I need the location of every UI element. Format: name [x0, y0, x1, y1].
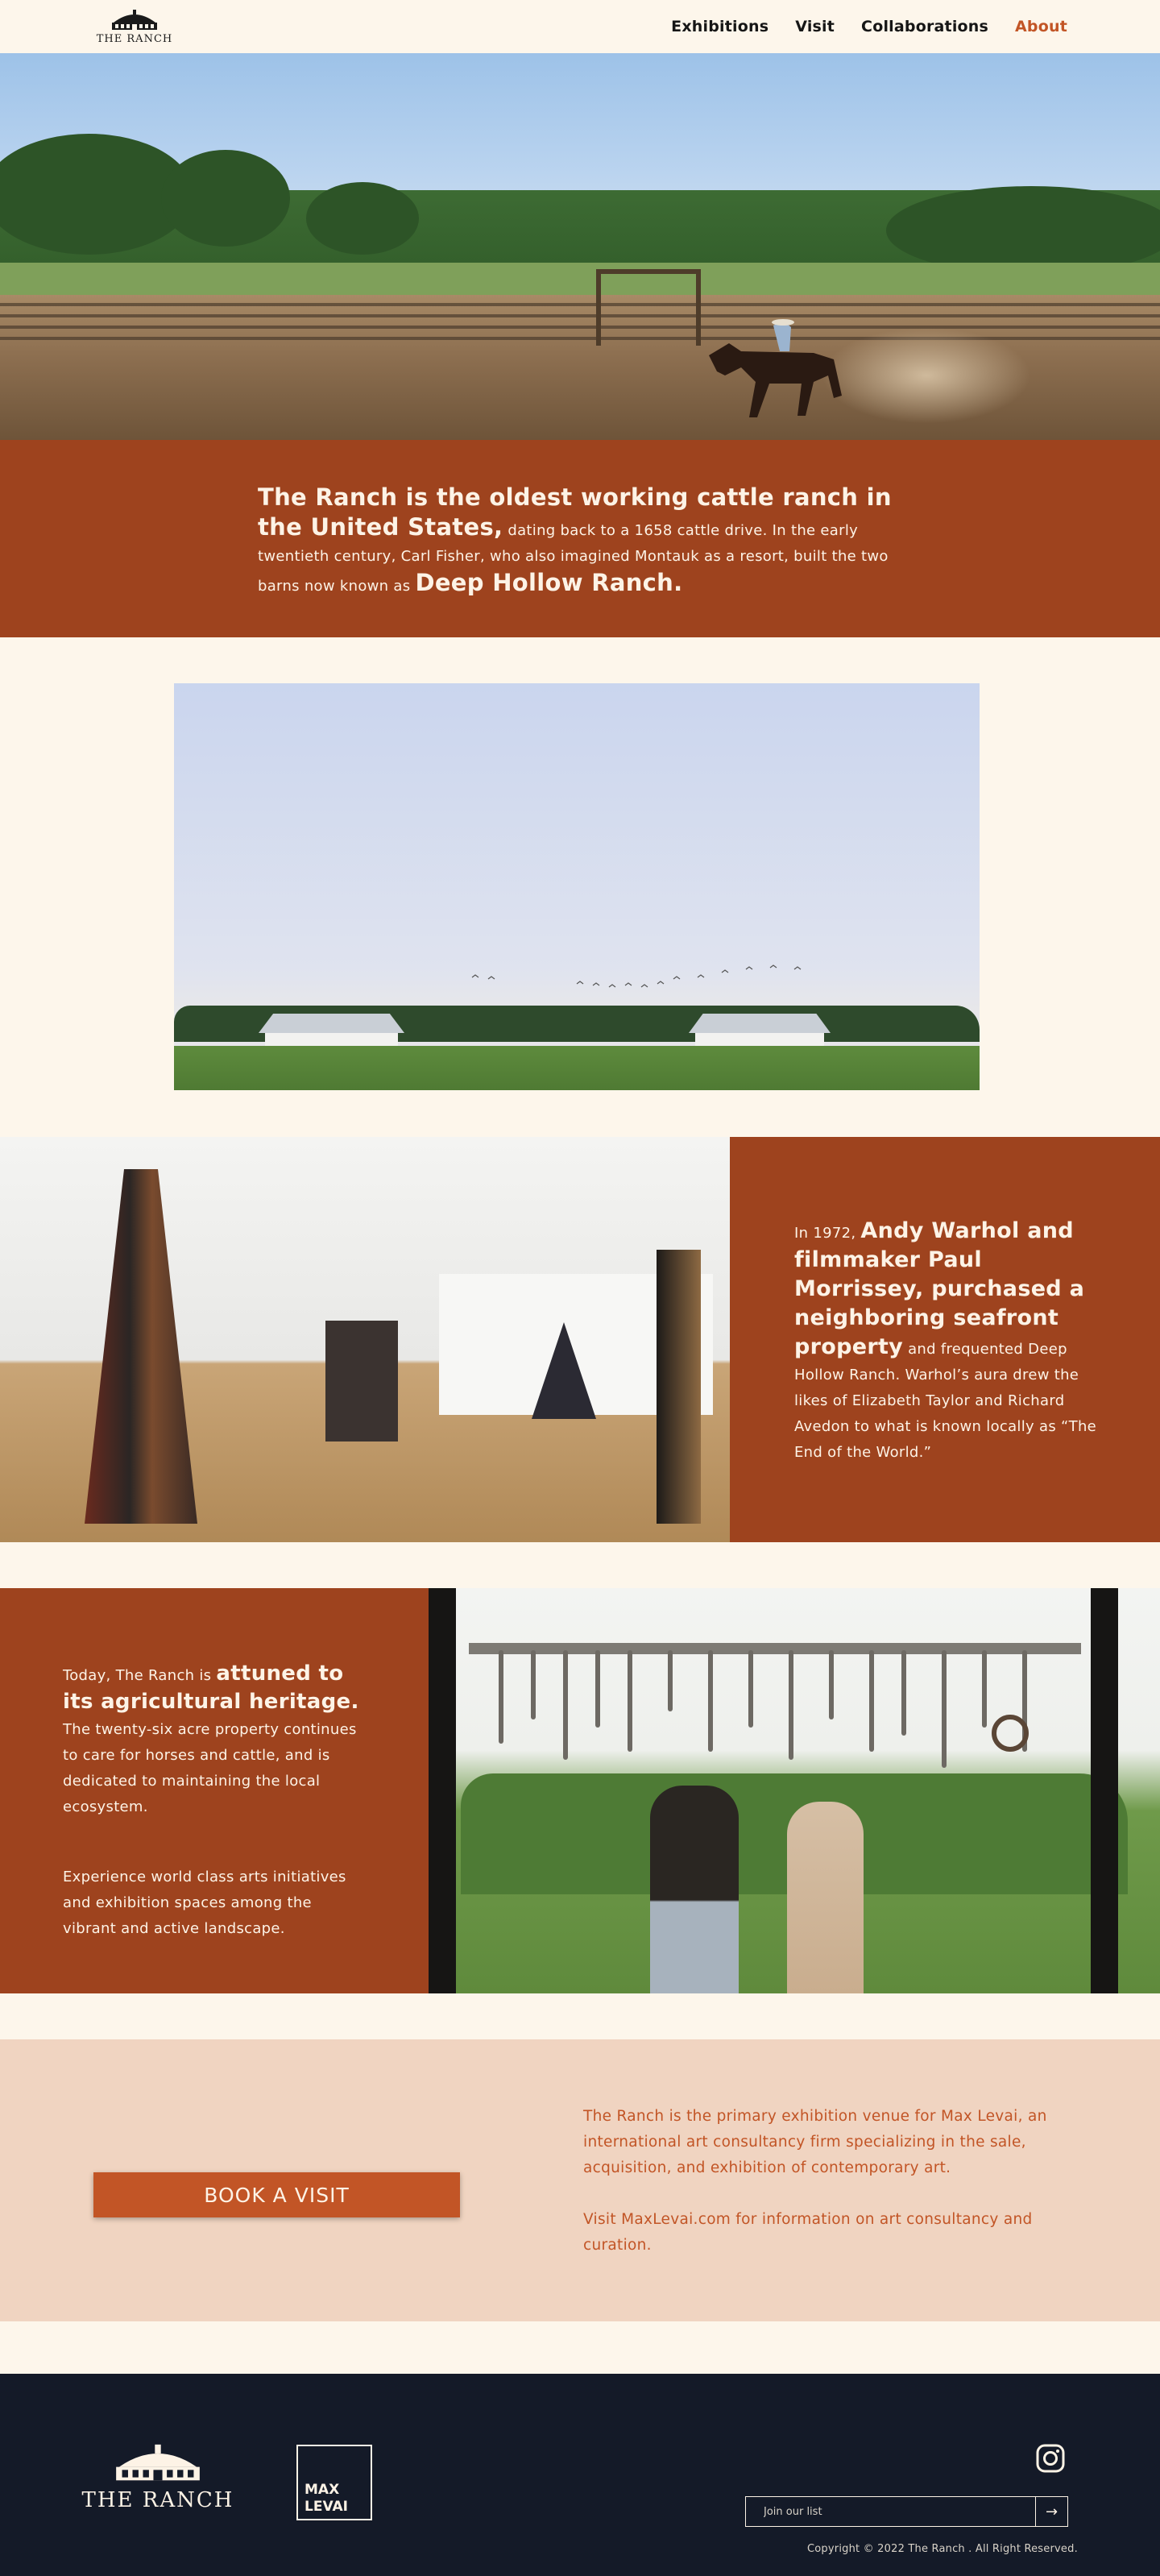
sculpture-large — [85, 1169, 197, 1524]
barns-grass — [174, 1046, 980, 1090]
today-text: Today, The Ranch is attuned to its agric… — [63, 1661, 369, 1820]
warhol-text: In 1972, Andy Warhol and filmmaker Paul … — [794, 1217, 1100, 1466]
newsletter-email-input[interactable] — [746, 2497, 1035, 2526]
intro-highlight: Deep Hollow Ranch. — [415, 569, 683, 596]
nav-exhibitions[interactable]: Exhibitions — [671, 18, 768, 35]
today-panel: Today, The Ranch is attuned to its agric… — [0, 1588, 429, 1993]
site-header: THE RANCH Exhibitions Visit Collaboratio… — [0, 0, 1160, 53]
frame-post-left — [429, 1588, 456, 1993]
copyright: Copyright © 2022 The Ranch . All Right R… — [807, 2543, 1078, 2555]
hero-cowboy-image — [0, 53, 1160, 440]
visit-band: BOOK A VISIT The Ranch is the primary ex… — [0, 2039, 1160, 2321]
nav-visit[interactable]: Visit — [795, 18, 835, 35]
gallery-interior-image — [0, 1137, 730, 1542]
footer-logo-wordmark: THE RANCH — [81, 2488, 234, 2512]
tools-sculpture-image — [429, 1588, 1160, 1993]
intro-text: The Ranch is the oldest working cattle r… — [258, 484, 902, 599]
intro-band: The Ranch is the oldest working cattle r… — [0, 440, 1160, 637]
person-woman — [787, 1802, 864, 1993]
today-para2: Experience world class arts initiatives … — [63, 1869, 346, 1937]
horse-rider-icon — [709, 319, 842, 417]
newsletter-form: → — [745, 2496, 1068, 2527]
hero-gate — [596, 269, 701, 346]
nav-about[interactable]: About — [1015, 18, 1067, 35]
warhol-panel: In 1972, Andy Warhol and filmmaker Paul … — [730, 1137, 1160, 1542]
main-nav: Exhibitions Visit Collaborations About — [671, 18, 1067, 35]
barns-section — [0, 637, 1160, 1137]
hero-tree — [886, 186, 1160, 275]
newsletter-submit-button[interactable]: → — [1035, 2497, 1067, 2526]
visit-info-2: Visit MaxLevai.com for information on ar… — [583, 2211, 1033, 2254]
today-body: The twenty-six acre property continues t… — [63, 1721, 357, 1815]
person-man — [650, 1786, 739, 1993]
instagram-icon[interactable] — [1035, 2443, 1066, 2474]
barn-logo-icon — [116, 2444, 200, 2481]
frame-post-right — [1091, 1588, 1118, 1993]
warhol-row: In 1972, Andy Warhol and filmmaker Paul … — [0, 1137, 1160, 1542]
visit-section: BOOK A VISIT The Ranch is the primary ex… — [0, 1993, 1160, 2328]
hero-tree — [161, 150, 290, 247]
max-levai-line2: LEVAI — [304, 2499, 348, 2515]
ranch-logo[interactable]: THE RANCH — [91, 8, 178, 48]
book-visit-button[interactable]: BOOK A VISIT — [93, 2172, 460, 2217]
barn-logo-icon — [112, 10, 157, 30]
visit-info: The Ranch is the primary exhibition venu… — [583, 2104, 1075, 2259]
nav-collaborations[interactable]: Collaborations — [861, 18, 988, 35]
hanging-tools-icon — [499, 1650, 1029, 1768]
footer-logo[interactable]: THE RANCH — [77, 2443, 238, 2512]
today-pre: Today, The Ranch is — [63, 1667, 217, 1684]
today-row: Today, The Ranch is attuned to its agric… — [0, 1588, 1160, 1993]
max-levai-logo[interactable]: MAX LEVAI — [296, 2445, 372, 2520]
site-footer: THE RANCH MAX LEVAI → Copyright © 2022 T… — [0, 2374, 1160, 2576]
sculpture-speaker — [325, 1321, 398, 1441]
birds-icon — [471, 964, 802, 988]
warhol-pre: In 1972, — [794, 1225, 861, 1242]
logo-wordmark: THE RANCH — [96, 33, 173, 45]
arrow-right-icon: → — [1045, 2503, 1058, 2520]
barns-image — [174, 683, 980, 1090]
hero-tree — [306, 182, 419, 255]
sculpture-tall — [657, 1250, 701, 1524]
max-levai-line1: MAX — [304, 2482, 340, 2498]
visit-info-1: The Ranch is the primary exhibition venu… — [583, 2108, 1047, 2176]
